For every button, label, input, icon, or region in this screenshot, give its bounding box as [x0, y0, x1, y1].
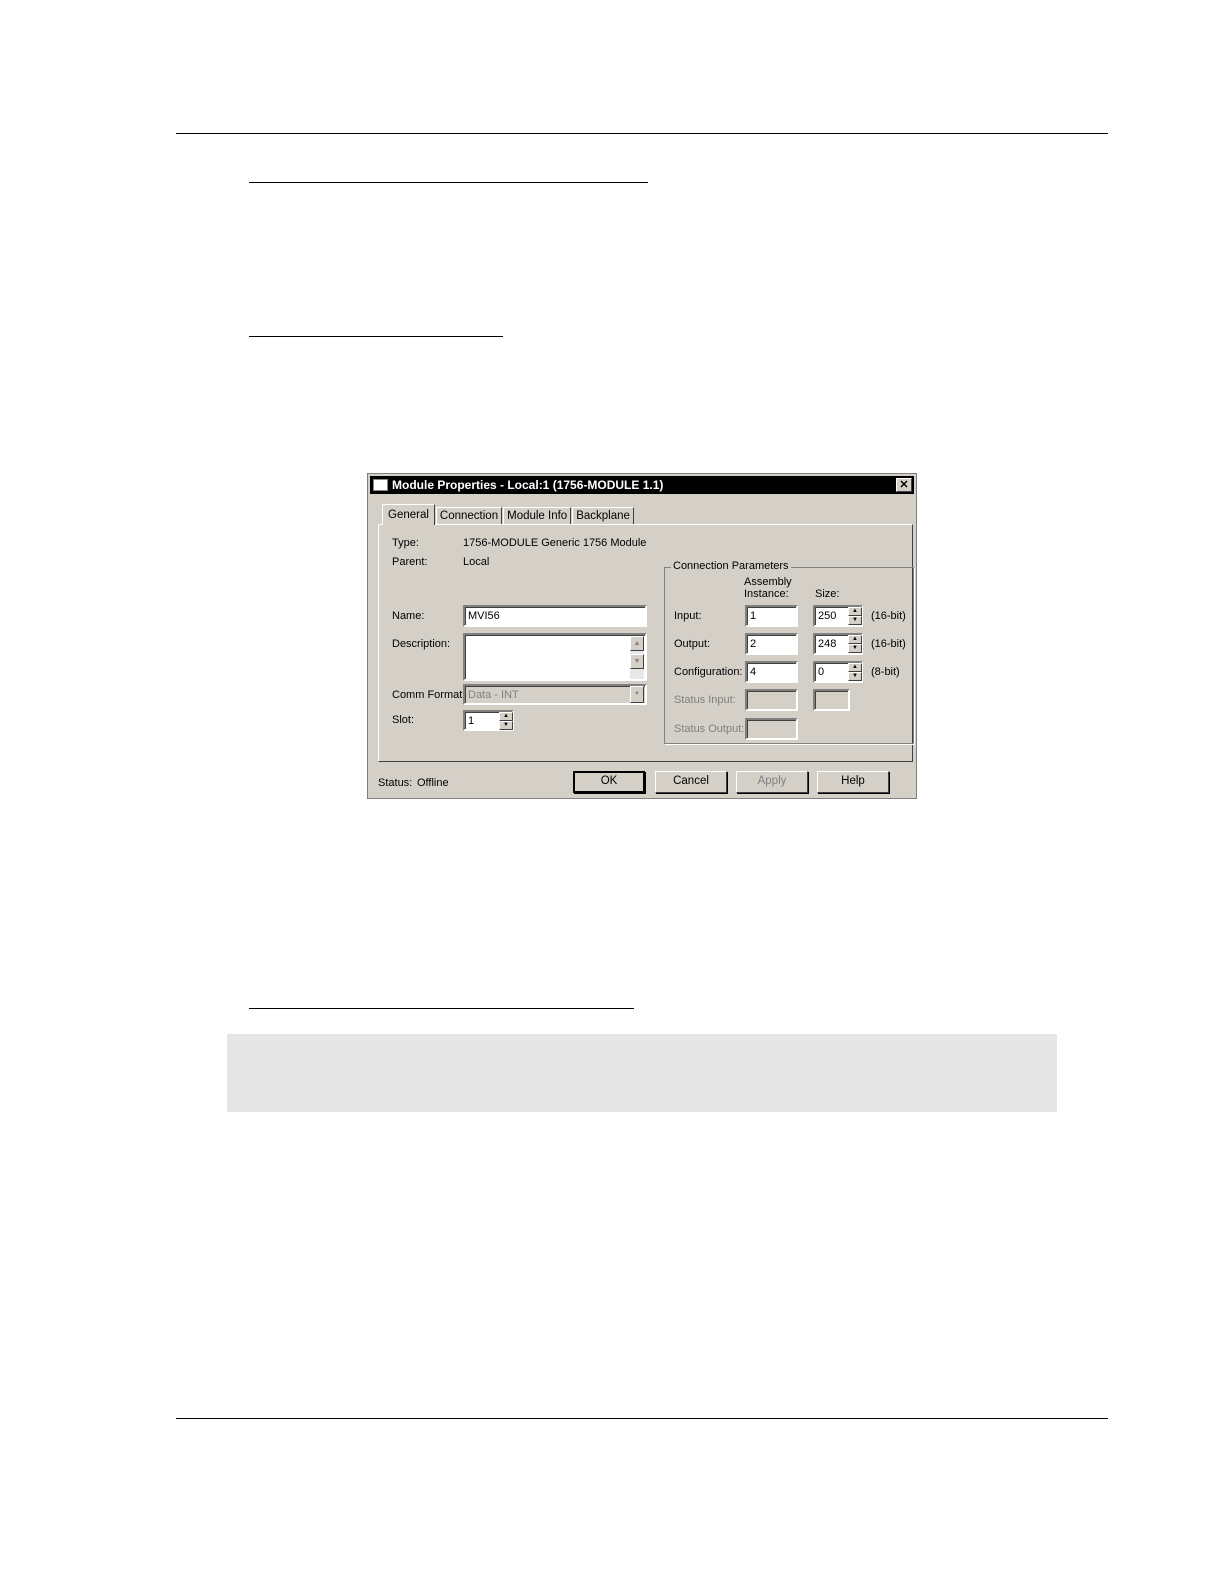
status-output-label: Status Output: [674, 723, 745, 735]
description-label: Description: [392, 638, 451, 650]
spin-down-icon[interactable]: ▼ [499, 721, 513, 730]
dialog-titlebar[interactable]: Module Properties - Local:1 (1756-MODULE… [370, 476, 914, 494]
spin-up-icon[interactable]: ▲ [848, 635, 862, 644]
tab-module-info[interactable]: Module Info [503, 507, 572, 525]
comm-format-label: Comm Format: [392, 689, 466, 701]
status-output-instance-field [745, 718, 798, 740]
input-size-unit: (16-bit) [871, 610, 906, 622]
output-instance-field[interactable]: 2 [745, 633, 798, 655]
tab-bar: General Connection Module Info Backplane [382, 504, 635, 525]
assembly-instance-header: Assembly Instance: [744, 576, 792, 600]
window-icon [373, 479, 388, 491]
scroll-down-icon[interactable]: ▼ [630, 654, 644, 669]
tab-connection[interactable]: Connection [435, 507, 503, 525]
status-label: Status: [378, 777, 413, 789]
configuration-label: Configuration: [674, 666, 743, 678]
connection-parameters-title: Connection Parameters [671, 560, 791, 572]
type-label: Type: [392, 537, 419, 549]
cancel-button[interactable]: Cancel [655, 771, 727, 793]
heading-underline-3 [249, 1008, 634, 1009]
parent-label: Parent: [392, 556, 428, 568]
spin-down-icon[interactable]: ▼ [848, 616, 862, 625]
ok-button[interactable]: OK [573, 771, 645, 793]
output-size-spinner[interactable]: ▲ ▼ [848, 635, 862, 653]
help-button[interactable]: Help [817, 771, 889, 793]
tab-general[interactable]: General [382, 504, 435, 525]
input-instance-field[interactable]: 1 [745, 605, 798, 627]
module-properties-dialog: Module Properties - Local:1 (1756-MODULE… [367, 473, 917, 799]
chevron-down-icon: ▼ [630, 686, 644, 703]
footer-rule [176, 1418, 1108, 1419]
comm-format-dropdown[interactable]: ▼ [630, 686, 644, 703]
status-value: Offline [417, 777, 449, 789]
description-scrollbar[interactable]: ▲ ▼ [630, 636, 644, 679]
connection-parameters-group: Connection Parameters Assembly Instance:… [664, 560, 914, 744]
name-input[interactable]: MVI56 [463, 605, 647, 627]
parent-value: Local [463, 556, 490, 568]
tab-backplane[interactable]: Backplane [572, 507, 634, 525]
comm-format-select[interactable]: Data - INT [463, 684, 647, 705]
size-header: Size: [815, 588, 840, 600]
apply-button[interactable]: Apply [736, 771, 808, 793]
spin-up-icon[interactable]: ▲ [848, 663, 862, 672]
name-label: Name: [392, 610, 425, 622]
status-input-label: Status Input: [674, 694, 736, 706]
spin-down-icon[interactable]: ▼ [848, 644, 862, 653]
general-tab-panel: Type: 1756-MODULE Generic 1756 Module Pa… [378, 524, 914, 762]
scroll-up-icon[interactable]: ▲ [630, 636, 644, 651]
spin-up-icon[interactable]: ▲ [848, 607, 862, 616]
slot-spinner[interactable]: ▲ ▼ [499, 712, 513, 730]
configuration-instance-field[interactable]: 4 [745, 661, 798, 683]
output-label: Output: [674, 638, 711, 650]
dialog-title: Module Properties - Local:1 (1756-MODULE… [392, 478, 664, 492]
output-size-unit: (16-bit) [871, 638, 906, 650]
spin-up-icon[interactable]: ▲ [499, 712, 513, 721]
configuration-size-spinner[interactable]: ▲ ▼ [848, 663, 862, 681]
status-input-instance-field [745, 689, 798, 711]
header-rule [176, 133, 1108, 134]
heading-underline-2 [249, 336, 503, 337]
slot-label: Slot: [392, 714, 415, 726]
heading-underline-1 [249, 182, 648, 183]
input-size-spinner[interactable]: ▲ ▼ [848, 607, 862, 625]
configuration-size-unit: (8-bit) [871, 666, 900, 678]
input-label: Input: [674, 610, 702, 622]
spin-down-icon[interactable]: ▼ [848, 672, 862, 681]
description-input[interactable] [463, 633, 647, 681]
note-box [227, 1034, 1057, 1112]
status-input-size-field [813, 689, 850, 711]
close-icon[interactable]: ✕ [896, 478, 912, 492]
type-value: 1756-MODULE Generic 1756 Module [463, 537, 647, 549]
